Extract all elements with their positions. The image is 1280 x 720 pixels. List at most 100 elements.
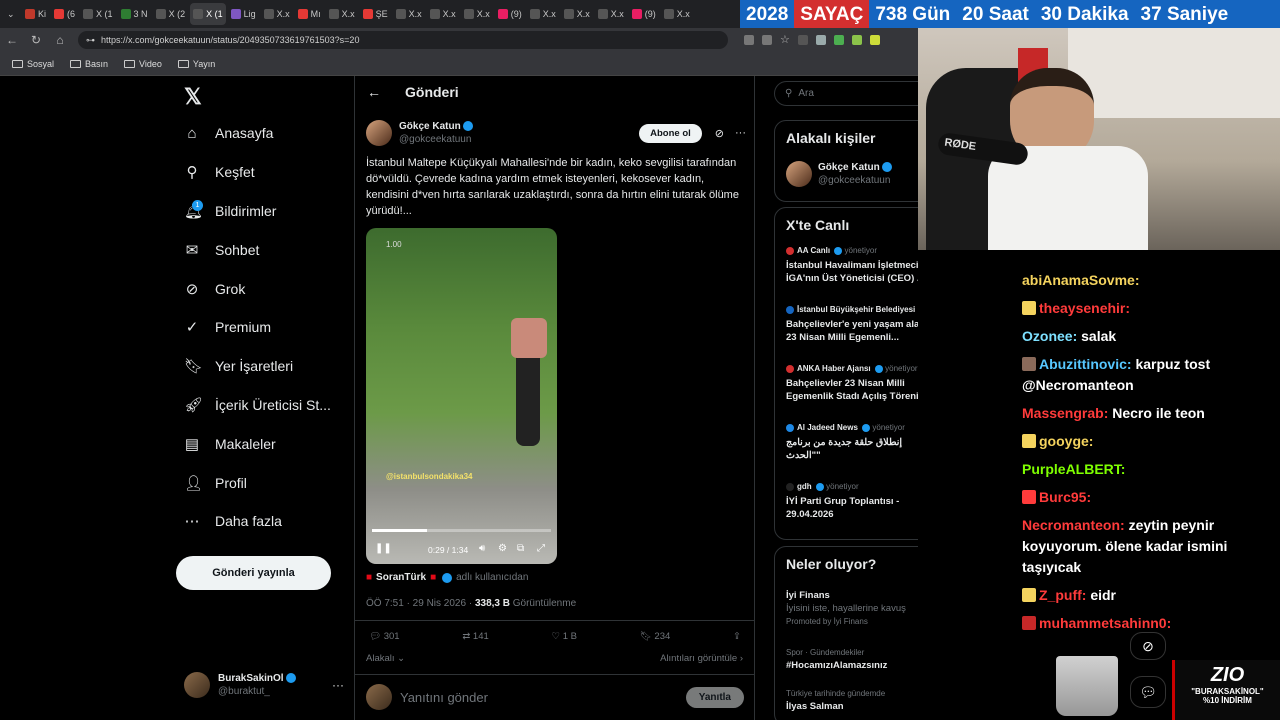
- rocket-icon: 🚀︎: [184, 396, 204, 414]
- browser-tab[interactable]: (6: [51, 3, 78, 25]
- browser-tab[interactable]: (9): [495, 3, 525, 25]
- more-icon[interactable]: ···: [735, 127, 746, 139]
- browser-tab[interactable]: (9): [629, 3, 659, 25]
- chat-username: abiAnamaSovme:: [1022, 272, 1140, 288]
- nav-item-chat[interactable]: ✉ Sohbet: [170, 230, 354, 269]
- extension-icon-5[interactable]: [869, 35, 880, 45]
- live-title: X'te Canlı: [786, 217, 850, 233]
- chat-badge-icon: [1022, 301, 1036, 315]
- fullscreen-icon[interactable]: ⤢: [537, 543, 545, 554]
- reload-icon[interactable]: ↻: [24, 33, 48, 47]
- live-item[interactable]: İstanbul Büyükşehir Belediyesi yönetiyor…: [786, 305, 918, 360]
- extension-icon-1[interactable]: [797, 35, 808, 45]
- nav-item-grok[interactable]: ⊘ Grok: [170, 269, 354, 308]
- volume-icon[interactable]: 🔊︎: [479, 543, 485, 554]
- author-handle[interactable]: @gokceekatuun: [399, 133, 473, 146]
- author-avatar[interactable]: [366, 120, 392, 146]
- extension-icon-4[interactable]: [851, 35, 862, 45]
- url-field[interactable]: ⊶ https://x.com/gokceekatuun/status/2049…: [78, 31, 728, 49]
- video-progress-track[interactable]: [372, 529, 551, 532]
- back-arrow-icon[interactable]: ←: [367, 84, 381, 100]
- x-logo-icon[interactable]: 𝕏: [184, 84, 202, 110]
- subscribe-button[interactable]: Abone ol: [639, 123, 702, 143]
- extension-icon-2[interactable]: [815, 35, 826, 45]
- browser-tab[interactable]: X.x: [561, 3, 593, 25]
- back-icon[interactable]: ←: [0, 33, 24, 47]
- live-item[interactable]: AA Canlı yönetiyor İstanbul Havalimanı İş…: [786, 246, 918, 301]
- browser-tab[interactable]: X.x: [393, 3, 425, 25]
- author-name[interactable]: Gökçe Katun: [399, 121, 461, 132]
- browser-tab[interactable]: X.x: [326, 3, 358, 25]
- share-icon[interactable]: ⇪: [733, 631, 741, 642]
- nav-item-articles[interactable]: ▤ Makaleler: [170, 424, 354, 463]
- video-player[interactable]: 1.00 @istanbulsondakika34 ❚❚ 0:29 / 1:34…: [366, 228, 557, 564]
- reply-action[interactable]: 💬︎ 301: [369, 631, 400, 642]
- browser-tab[interactable]: Mı: [295, 3, 324, 25]
- person-avatar[interactable]: [786, 161, 812, 187]
- nav-item-home[interactable]: ⌂ Anasayfa: [170, 114, 354, 153]
- browser-tab[interactable]: X.x: [661, 3, 693, 25]
- bookmark-star-icon[interactable]: ☆: [780, 35, 790, 46]
- browser-tab[interactable]: ŞE: [360, 3, 391, 25]
- nav-item-rocket[interactable]: 🚀︎ İçerik Üreticisi St...: [170, 386, 354, 425]
- live-item[interactable]: Al Jadeed News yönetiyor إنطلاق حلقة جديد…: [786, 423, 918, 478]
- address-bar-row: ← ↻ ⌂ ⊶ https://x.com/gokceekatuun/statu…: [0, 28, 918, 52]
- trend-name[interactable]: İlyas Salman: [786, 700, 885, 713]
- browser-tab[interactable]: X.x: [595, 3, 627, 25]
- browser-tab[interactable]: Ki: [22, 3, 49, 25]
- grok-float-icon[interactable]: ⊘: [1130, 632, 1166, 660]
- tab-strip-menu-icon[interactable]: ⌄: [4, 3, 20, 25]
- site-info-icon[interactable]: ⊶: [86, 35, 95, 46]
- messages-float-icon[interactable]: 💬︎: [1130, 676, 1166, 708]
- bookmark-action[interactable]: 🔖︎ 234: [640, 631, 671, 642]
- repost-action[interactable]: ⇄ 141: [462, 631, 488, 642]
- install-app-icon[interactable]: [744, 35, 754, 45]
- browser-tab[interactable]: Lig: [228, 3, 259, 25]
- nav-item-bell[interactable]: 🔔︎ 1 Bildirimler: [170, 192, 354, 231]
- bookmark-folder[interactable]: Sosyal: [12, 59, 54, 69]
- url-text: https://x.com/gokceekatuun/status/204935…: [101, 35, 360, 45]
- post-timestamp[interactable]: ÖÖ 7:51 · 29 Nis 2026 ·: [366, 598, 472, 609]
- browser-tab[interactable]: X.x: [461, 3, 493, 25]
- reply-input[interactable]: Yanıtını gönder: [400, 690, 678, 705]
- bookmark-folder[interactable]: Video: [124, 59, 162, 69]
- grok-icon[interactable]: ⊘: [715, 127, 724, 140]
- bookmark-folder[interactable]: Yayın: [177, 59, 215, 69]
- chat-username: Ozonee:: [1022, 328, 1078, 344]
- sort-dropdown[interactable]: Alakalı ⌄: [366, 653, 405, 664]
- live-item[interactable]: ANKA Haber Ajansı yönetiyor Bahçelievler …: [786, 364, 918, 419]
- translate-icon[interactable]: [762, 35, 772, 45]
- browser-tab[interactable]: X.x: [427, 3, 459, 25]
- search-input[interactable]: Ara: [798, 88, 814, 99]
- extension-icon-3[interactable]: [833, 35, 844, 45]
- pip-icon[interactable]: ⧉: [517, 543, 524, 554]
- trend-context[interactable]: İyi Finans: [786, 589, 906, 602]
- browser-tab[interactable]: 3 N: [118, 3, 151, 25]
- more-icon[interactable]: ···: [332, 678, 344, 692]
- home-icon[interactable]: ⌂: [48, 33, 72, 47]
- nav-item-premium[interactable]: ✓ Premium: [170, 308, 354, 347]
- browser-tab[interactable]: X.x: [261, 3, 293, 25]
- nav-item-more-circle[interactable]: ⋯ Daha fazla: [170, 502, 354, 541]
- person-name[interactable]: Gökçe Katun: [818, 162, 880, 173]
- search-box[interactable]: ⚲ Ara: [774, 81, 918, 106]
- browser-tab[interactable]: X (1: [190, 3, 226, 25]
- view-quotes-link[interactable]: Alıntıları görüntüle ›: [660, 653, 743, 664]
- video-source-name[interactable]: SoranTürk: [376, 572, 426, 583]
- browser-tab[interactable]: X (2: [153, 3, 189, 25]
- browser-tab[interactable]: X (1: [80, 3, 116, 25]
- bookmark-folder[interactable]: Basın: [70, 59, 108, 69]
- play-pause-icon[interactable]: ❚❚: [375, 543, 392, 554]
- nav-item-search[interactable]: ⚲ Keşfet: [170, 153, 354, 192]
- settings-icon[interactable]: ⚙: [498, 543, 507, 554]
- post-button[interactable]: Gönderi yayınla: [176, 556, 331, 590]
- live-item[interactable]: gdh yönetiyor İYİ Parti Grup Toplantısı -…: [786, 482, 918, 537]
- account-switcher[interactable]: BurakSakinOl @buraktut_ ···: [184, 672, 344, 698]
- video-person: [516, 346, 540, 446]
- nav-item-bookmark[interactable]: 🔖︎ Yer İşaretleri: [170, 347, 354, 386]
- trend-name[interactable]: #HocamızıAlamazsınız: [786, 659, 887, 672]
- like-action[interactable]: ♡ 1 B: [552, 631, 577, 642]
- nav-item-profile[interactable]: 👤︎ Profil: [170, 463, 354, 502]
- browser-tab[interactable]: X.x: [527, 3, 559, 25]
- reply-button[interactable]: Yanıtla: [685, 686, 744, 708]
